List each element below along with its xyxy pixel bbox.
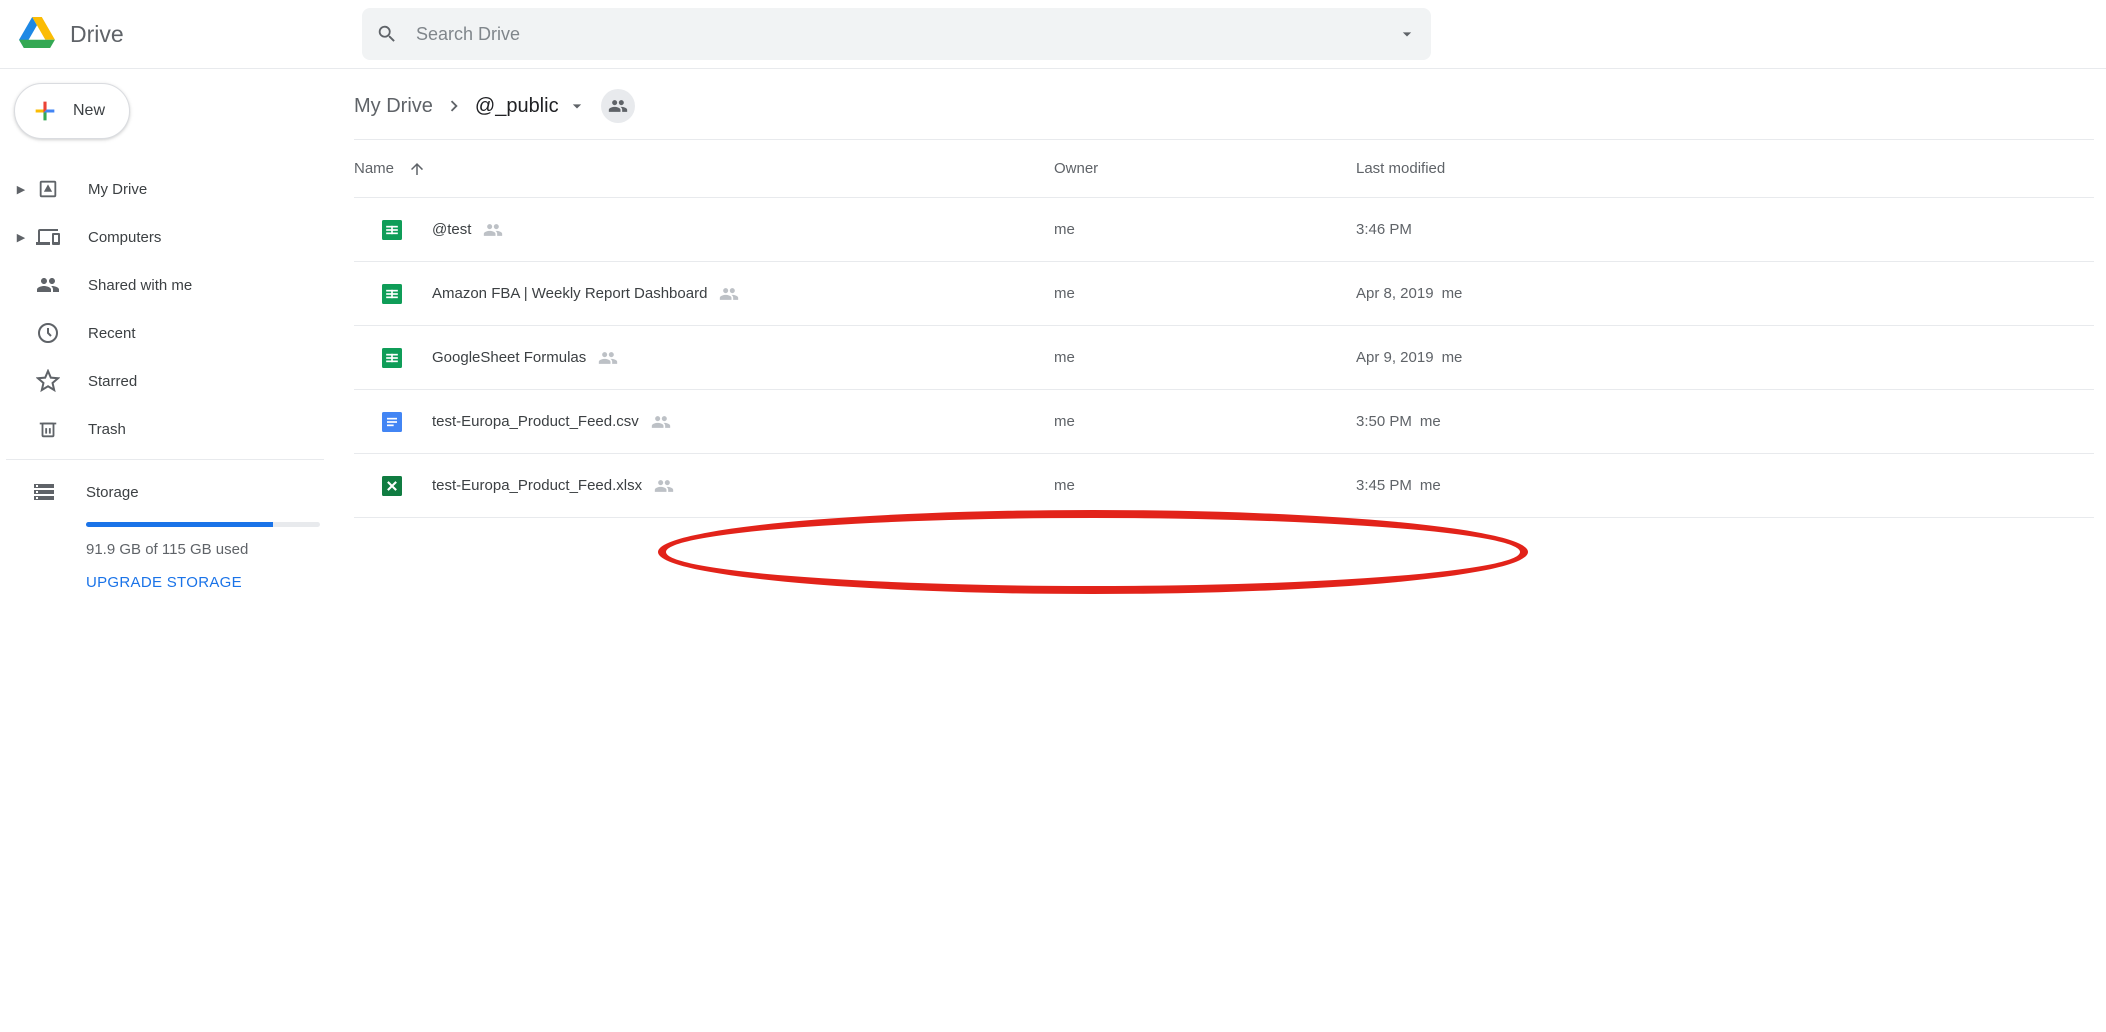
column-header-name[interactable]: Name xyxy=(354,160,1054,178)
file-type-icon xyxy=(382,284,402,304)
cell-owner: me xyxy=(1054,413,1356,430)
cell-modified: Apr 8, 2019me xyxy=(1356,285,2094,302)
cell-name: test-Europa_Product_Feed.csv xyxy=(354,412,1054,432)
file-name: test-Europa_Product_Feed.csv xyxy=(432,413,639,430)
breadcrumb-caret-icon[interactable] xyxy=(567,96,587,116)
files-table: Name Owner Last modified @testme3:46 PMA… xyxy=(354,140,2094,518)
shared-icon xyxy=(651,412,671,432)
shared-icon xyxy=(34,271,62,299)
table-row[interactable]: Amazon FBA | Weekly Report Dashboard meAp… xyxy=(354,262,2094,326)
table-row[interactable]: test-Europa_Product_Feed.csv me3:50 PMme xyxy=(354,390,2094,454)
nav-list: ▶ My Drive ▶ Computers Shared with me Recent S… xyxy=(6,165,340,453)
storage-section: Storage 91.9 GB of 115 GB used UPGRADE S… xyxy=(6,466,340,592)
cell-name: @test xyxy=(354,220,1054,240)
computers-icon xyxy=(34,223,62,251)
cell-modified: Apr 9, 2019me xyxy=(1356,349,2094,366)
file-type-icon xyxy=(382,412,402,432)
shared-icon xyxy=(654,476,674,496)
cell-modified: 3:45 PMme xyxy=(1356,477,2094,494)
star-icon xyxy=(34,367,62,395)
column-header-modified[interactable]: Last modified xyxy=(1356,160,2094,177)
sidebar-item-label: Recent xyxy=(88,325,136,342)
logo-area[interactable]: Drive xyxy=(12,13,362,55)
breadcrumb-current[interactable]: @_public xyxy=(475,95,559,118)
cell-modified: 3:50 PMme xyxy=(1356,413,2094,430)
upgrade-storage-link[interactable]: UPGRADE STORAGE xyxy=(86,574,242,591)
search-options-caret-icon[interactable] xyxy=(1397,24,1417,44)
main: My Drive @_public Name xyxy=(340,69,2106,592)
sidebar-item-recent[interactable]: Recent xyxy=(6,309,340,357)
table-row[interactable]: GoogleSheet Formulas meApr 9, 2019me xyxy=(354,326,2094,390)
chevron-right-icon xyxy=(443,95,465,117)
file-name: Amazon FBA | Weekly Report Dashboard xyxy=(432,285,707,302)
cell-owner: me xyxy=(1054,477,1356,494)
plus-icon xyxy=(31,97,59,125)
divider xyxy=(6,459,324,460)
expand-icon[interactable]: ▶ xyxy=(12,231,30,244)
file-name: @test xyxy=(432,221,471,238)
sidebar: New ▶ My Drive ▶ Computers Shared with me Rec… xyxy=(0,69,340,592)
expand-icon[interactable]: ▶ xyxy=(12,183,30,196)
file-type-icon xyxy=(382,476,402,496)
cell-owner: me xyxy=(1054,285,1356,302)
sidebar-item-label: Computers xyxy=(88,229,161,246)
sidebar-item-computers[interactable]: ▶ Computers xyxy=(6,213,340,261)
column-header-owner[interactable]: Owner xyxy=(1054,160,1356,177)
cell-name: Amazon FBA | Weekly Report Dashboard xyxy=(354,284,1054,304)
sidebar-item-shared-with-me[interactable]: Shared with me xyxy=(6,261,340,309)
modified-by: me xyxy=(1442,285,1463,302)
breadcrumb-root[interactable]: My Drive xyxy=(354,95,433,118)
cell-owner: me xyxy=(1054,221,1356,238)
table-header: Name Owner Last modified xyxy=(354,140,2094,198)
shared-icon xyxy=(483,220,503,240)
search-icon xyxy=(376,23,398,45)
storage-icon xyxy=(30,478,58,506)
storage-header[interactable]: Storage xyxy=(30,478,340,506)
shared-icon xyxy=(719,284,739,304)
storage-label: Storage xyxy=(86,484,139,501)
table-row[interactable]: test-Europa_Product_Feed.xlsx me3:45 PMme xyxy=(354,454,2094,518)
sidebar-item-label: Starred xyxy=(88,373,137,390)
sort-asc-icon[interactable] xyxy=(408,160,426,178)
app-name: Drive xyxy=(70,21,124,48)
modified-by: me xyxy=(1420,477,1441,494)
column-header-name-label: Name xyxy=(354,160,394,177)
recent-icon xyxy=(34,319,62,347)
breadcrumb: My Drive @_public xyxy=(340,69,2106,139)
sidebar-item-trash[interactable]: Trash xyxy=(6,405,340,453)
table-row[interactable]: @test me3:46 PM xyxy=(354,198,2094,262)
shared-icon xyxy=(598,348,618,368)
annotation-highlight xyxy=(658,510,1528,594)
drive-icon xyxy=(34,175,62,203)
search-wrap: Search Drive xyxy=(362,8,2090,60)
modified-by: me xyxy=(1420,413,1441,430)
new-button-label: New xyxy=(73,102,105,120)
search-placeholder: Search Drive xyxy=(416,24,1397,45)
sidebar-item-label: Shared with me xyxy=(88,277,192,294)
search-input[interactable]: Search Drive xyxy=(362,8,1431,60)
file-name: test-Europa_Product_Feed.xlsx xyxy=(432,477,642,494)
storage-used-text: 91.9 GB of 115 GB used xyxy=(86,541,340,558)
cell-owner: me xyxy=(1054,349,1356,366)
file-name: GoogleSheet Formulas xyxy=(432,349,586,366)
cell-name: GoogleSheet Formulas xyxy=(354,348,1054,368)
modified-by: me xyxy=(1442,349,1463,366)
sidebar-item-my-drive[interactable]: ▶ My Drive xyxy=(6,165,340,213)
new-button[interactable]: New xyxy=(14,83,130,139)
file-type-icon xyxy=(382,220,402,240)
shared-folder-icon[interactable] xyxy=(601,89,635,123)
trash-icon xyxy=(34,415,62,443)
drive-logo-icon xyxy=(16,13,58,55)
sidebar-item-starred[interactable]: Starred xyxy=(6,357,340,405)
file-type-icon xyxy=(382,348,402,368)
cell-name: test-Europa_Product_Feed.xlsx xyxy=(354,476,1054,496)
header: Drive Search Drive xyxy=(0,0,2106,69)
cell-modified: 3:46 PM xyxy=(1356,221,2094,238)
sidebar-item-label: My Drive xyxy=(88,181,147,198)
sidebar-item-label: Trash xyxy=(88,421,126,438)
storage-bar xyxy=(86,522,320,527)
